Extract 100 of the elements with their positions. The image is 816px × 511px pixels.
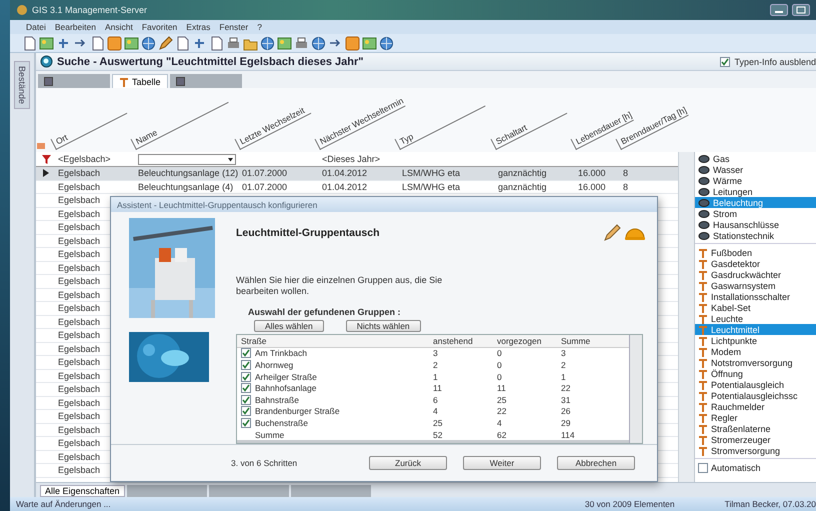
layer-item[interactable]: Leuchtmittel bbox=[695, 324, 816, 335]
disc-icon bbox=[698, 164, 710, 174]
checkbox[interactable] bbox=[698, 462, 708, 472]
layer-item[interactable]: Leitungen bbox=[695, 186, 816, 197]
table-row[interactable]: Egelsbach Beleuchtungsanlage (4) 01.07.2000 01.04.2012 LSM/WHG eta ganznächtig 16.000 8 bbox=[36, 180, 678, 194]
filter-value: <Egelsbach> bbox=[58, 154, 111, 164]
image-icon[interactable] bbox=[39, 36, 54, 50]
column-header[interactable]: vorgezogen bbox=[497, 336, 542, 346]
side-tab[interactable]: Bestände bbox=[14, 61, 30, 110]
disc-icon bbox=[698, 208, 710, 218]
view-tab[interactable] bbox=[170, 74, 242, 88]
layer-item[interactable]: Potentialausgleich bbox=[695, 379, 816, 390]
table-row[interactable]: Egelsbach Beleuchtungsanlage (12) 01.07.2000 01.04.2012 LSM/WHG eta ganznächtig 16.000 8 bbox=[36, 167, 678, 180]
app-icon bbox=[16, 4, 28, 16]
minimize-icon[interactable] bbox=[770, 4, 788, 16]
layer-item[interactable]: Stromversorgung bbox=[695, 445, 816, 456]
layer-item[interactable]: Regler bbox=[695, 412, 816, 423]
menu-item[interactable]: Favoriten bbox=[142, 22, 178, 32]
image-icon[interactable] bbox=[362, 36, 377, 50]
layer-item[interactable]: Öffnung bbox=[695, 368, 816, 379]
column-header[interactable]: Name bbox=[130, 92, 229, 150]
column-header[interactable]: Ort bbox=[50, 103, 128, 150]
table-cell: 26 bbox=[561, 406, 570, 416]
layer-item[interactable]: Modem bbox=[695, 346, 816, 357]
table-cell: Buchenstraße bbox=[255, 418, 308, 428]
column-header[interactable]: Summe bbox=[561, 336, 590, 346]
column-header[interactable]: Straße bbox=[241, 336, 267, 346]
checkbox[interactable] bbox=[720, 56, 730, 66]
table-cell: Beleuchtungsanlage (4) bbox=[138, 182, 234, 192]
layer-item[interactable]: Installationsschalter bbox=[695, 291, 816, 302]
layer-item[interactable]: Stationstechnik bbox=[695, 230, 816, 241]
globe-icon[interactable] bbox=[311, 36, 326, 50]
layer-item[interactable]: Potentialausgleichssc bbox=[695, 390, 816, 401]
layer-item[interactable]: Rauchmelder bbox=[695, 401, 816, 412]
layer-item[interactable]: Gas bbox=[695, 153, 816, 164]
layer-item[interactable]: Leuchte bbox=[695, 313, 816, 324]
post-icon bbox=[698, 336, 708, 346]
layer-item[interactable]: Gasdetektor bbox=[695, 258, 816, 269]
view-tab[interactable] bbox=[38, 74, 110, 88]
table-cell: Egelsbach bbox=[58, 262, 100, 273]
globe-icon[interactable] bbox=[260, 36, 275, 50]
checkbox[interactable] bbox=[241, 394, 251, 405]
wizard-button[interactable]: Weiter bbox=[463, 456, 541, 470]
printer-icon[interactable] bbox=[294, 36, 309, 50]
menu-item[interactable]: Ansicht bbox=[104, 22, 133, 32]
layer-item[interactable]: Stromerzeuger bbox=[695, 434, 816, 445]
checkbox[interactable] bbox=[241, 372, 251, 382]
table-cell: ganznächtig bbox=[498, 182, 547, 192]
layer-item[interactable]: Gasdruckwächter bbox=[695, 269, 816, 280]
layer-item[interactable]: Wärme bbox=[695, 175, 816, 186]
table-cell: Egelsbach bbox=[58, 398, 100, 408]
layer-item[interactable]: Gaswarnsystem bbox=[695, 280, 816, 291]
filter-dropdown[interactable] bbox=[138, 154, 236, 164]
filter-value: <Dieses Jahr> bbox=[322, 154, 380, 164]
layer-item[interactable]: Hausanschlüsse bbox=[695, 219, 816, 230]
menu-item[interactable]: Datei bbox=[26, 22, 46, 32]
square-icon[interactable] bbox=[345, 36, 360, 50]
table-cell: 0 bbox=[497, 372, 502, 382]
select-button[interactable]: Nichts wählen bbox=[346, 320, 421, 332]
globe-icon[interactable] bbox=[141, 36, 156, 50]
layer-item[interactable]: Straßenlaterne bbox=[695, 423, 816, 434]
table-cell: Egelsbach bbox=[58, 276, 100, 286]
table-cell: LSM/WHG eta bbox=[402, 168, 460, 178]
checkbox[interactable] bbox=[241, 360, 251, 370]
layer-item[interactable]: Lichtpunkte bbox=[695, 335, 816, 346]
bottom-tab[interactable]: Alle Eigenschaften bbox=[40, 485, 125, 497]
image-icon[interactable] bbox=[124, 36, 139, 50]
view-tab[interactable]: Tabelle bbox=[112, 74, 168, 88]
select-button[interactable]: Alles wählen bbox=[254, 320, 324, 332]
wizard-button[interactable]: Abbrechen bbox=[557, 456, 635, 470]
square-icon[interactable] bbox=[107, 36, 122, 50]
menu-item[interactable]: Bearbeiten bbox=[54, 22, 96, 32]
layer-item[interactable]: Fußboden bbox=[695, 247, 816, 258]
table-cell: Egelsbach bbox=[58, 208, 100, 219]
maximize-icon[interactable] bbox=[792, 4, 810, 16]
column-header[interactable]: anstehend bbox=[433, 336, 473, 346]
layer-item[interactable]: Wasser bbox=[695, 164, 816, 175]
wizard-button[interactable]: Zurück bbox=[369, 456, 447, 470]
disc-icon bbox=[698, 230, 710, 240]
table-cell: 3 bbox=[433, 348, 438, 358]
image-icon[interactable] bbox=[277, 36, 292, 50]
globe-icon[interactable] bbox=[379, 36, 394, 50]
post-icon bbox=[698, 258, 708, 268]
table-cell: Egelsbach bbox=[58, 438, 100, 448]
checkbox[interactable] bbox=[241, 406, 251, 416]
checkbox[interactable] bbox=[241, 418, 251, 428]
checkbox[interactable] bbox=[241, 383, 251, 394]
layer-item[interactable]: Strom bbox=[695, 208, 816, 219]
layer-item[interactable]: Beleuchtung bbox=[695, 197, 816, 208]
layer-item[interactable]: Notstromversorgung bbox=[695, 357, 816, 368]
layer-item[interactable]: Kabel-Set bbox=[695, 302, 816, 313]
checkbox[interactable] bbox=[241, 348, 251, 358]
menu-item[interactable]: Extras bbox=[186, 22, 210, 32]
menu-item[interactable]: Fenster bbox=[219, 22, 248, 32]
status-count: 30 von 2009 Elementen bbox=[584, 499, 675, 509]
table-cell: Bahnstraße bbox=[255, 394, 299, 405]
menu-item[interactable]: ? bbox=[257, 22, 262, 32]
printer-icon[interactable] bbox=[226, 36, 241, 50]
table-cell: 2 bbox=[433, 360, 438, 370]
view-title: Suche - Auswertung "Leuchtmittel Egelsbach dieses Jahr" bbox=[57, 56, 364, 68]
